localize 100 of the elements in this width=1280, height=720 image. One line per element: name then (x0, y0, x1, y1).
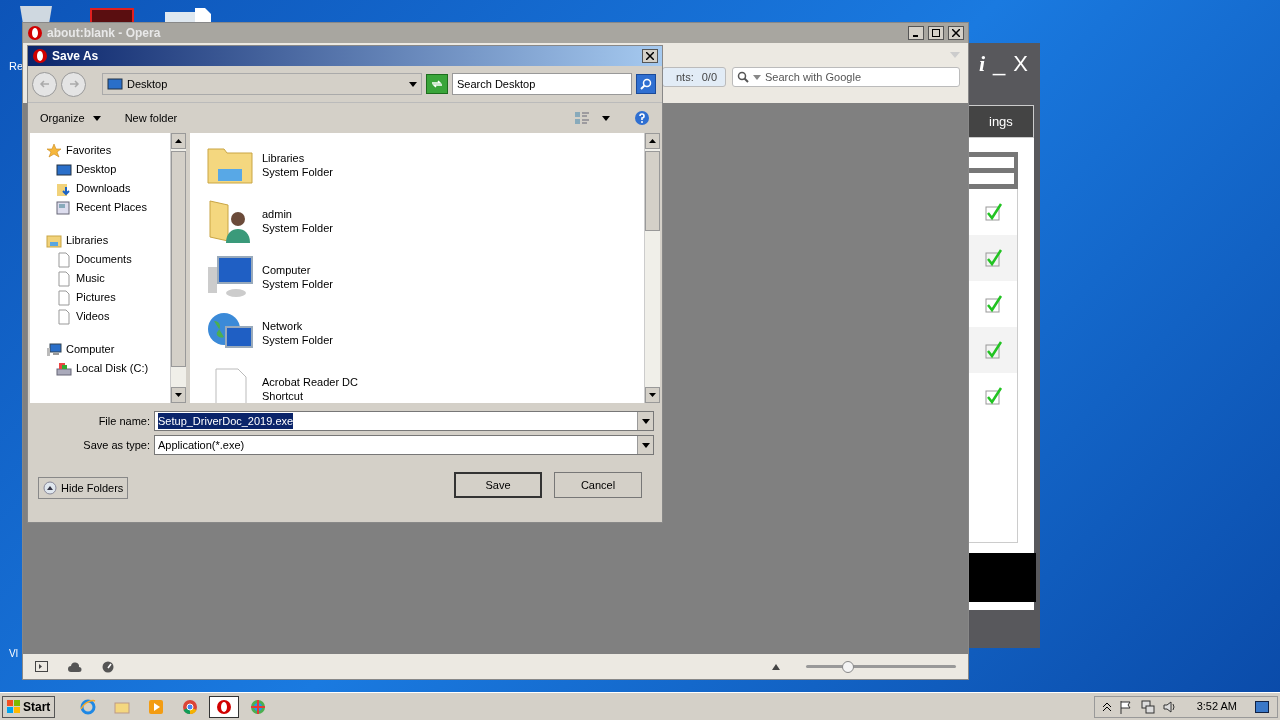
nav-item[interactable]: Videos (46, 307, 170, 326)
opera-icon (32, 48, 48, 64)
minimize-button[interactable] (908, 26, 924, 40)
nav-group[interactable]: Computer (46, 340, 170, 359)
dropdown-caret-icon (641, 417, 650, 425)
dropdown-caret-icon (409, 80, 417, 88)
file-item[interactable]: admin System Folder (206, 197, 644, 245)
clock[interactable]: 3:52 AM (1196, 698, 1237, 715)
nav-item[interactable]: Downloads (46, 179, 170, 198)
scrollbar[interactable] (644, 133, 660, 403)
panel-toggle-icon[interactable] (35, 661, 48, 672)
computer-icon (46, 341, 62, 358)
scroll-up-icon (649, 139, 656, 143)
search-field[interactable]: Search Desktop (452, 73, 632, 95)
window-title: about:blank - Opera (47, 25, 161, 42)
close-icon (952, 29, 960, 37)
media-player-icon (148, 698, 165, 715)
start-button[interactable]: Start (2, 695, 56, 718)
file-item[interactable]: Computer System Folder (206, 253, 644, 301)
help-icon[interactable] (634, 110, 650, 126)
nav-group[interactable]: Libraries (46, 231, 170, 250)
maximize-button[interactable] (928, 26, 944, 40)
info-button[interactable]: i (978, 46, 986, 80)
nav-item[interactable]: Desktop (46, 160, 170, 179)
file-name-text: Setup_DriverDoc_2019.exe (158, 412, 294, 430)
google-search-field[interactable]: Search with Google (732, 67, 960, 87)
checkbox[interactable] (985, 249, 1003, 267)
caret-icon (753, 73, 761, 81)
recent-places-icon (56, 199, 72, 216)
show-hidden-icons-icon[interactable] (1102, 702, 1111, 711)
speedometer-icon[interactable] (102, 660, 114, 673)
scroll-up-icon (175, 139, 182, 143)
browser-e-icon (80, 698, 97, 715)
nav-item[interactable]: Music (46, 269, 170, 288)
close-button[interactable]: X (1013, 46, 1028, 80)
footer-panel (968, 553, 1036, 602)
document-icon (56, 308, 72, 325)
nav-item[interactable]: Local Disk (C:) (46, 359, 170, 378)
scroll-down-icon (175, 393, 182, 397)
taskbar-app-button[interactable] (209, 695, 240, 718)
new-folder-button[interactable]: New folder (124, 109, 178, 127)
file-item[interactable]: Libraries System Folder (206, 141, 644, 189)
chrome-icon (182, 698, 199, 715)
checkbox[interactable] (985, 203, 1003, 221)
document-icon (56, 270, 72, 287)
document-icon (56, 289, 72, 306)
search-icon (737, 71, 749, 83)
windows-logo-icon (7, 699, 21, 714)
flag-icon[interactable] (1118, 699, 1133, 714)
dropdown-caret-icon (641, 441, 650, 449)
search-icon (640, 78, 652, 90)
desktop-icon-label: Vl (9, 647, 18, 661)
dialog-title: Save As (52, 48, 99, 65)
settings-tab[interactable]: ings (968, 105, 1034, 138)
minimize-button[interactable]: _ (993, 46, 1006, 80)
field-label: Save as type: (82, 437, 150, 453)
caret-icon[interactable] (602, 114, 610, 122)
disk-drive-icon (56, 360, 72, 377)
scrollbar[interactable] (170, 133, 186, 403)
refresh-arrows-icon (431, 78, 443, 90)
cancel-button[interactable]: Cancel (554, 472, 642, 498)
library-folder-icon (46, 232, 62, 249)
close-button[interactable] (642, 49, 658, 63)
monitor-icon (107, 76, 123, 92)
header-field (968, 157, 1014, 168)
network-icon[interactable] (1140, 699, 1155, 714)
checkbox[interactable] (985, 387, 1003, 405)
maximize-icon (932, 29, 940, 37)
file-item[interactable]: Network System Folder (206, 309, 644, 357)
search-button[interactable] (636, 74, 656, 94)
file-item[interactable]: Acrobat Reader DC Shortcut (206, 365, 644, 403)
refresh-button[interactable] (426, 74, 448, 94)
zoom-slider[interactable] (806, 660, 956, 673)
up-arrow-icon[interactable] (772, 663, 780, 670)
checkbox[interactable] (985, 341, 1003, 359)
cloud-icon[interactable] (68, 661, 82, 672)
back-arrow-icon (38, 78, 51, 90)
nav-group[interactable]: Favorites (46, 141, 170, 160)
checkbox[interactable] (985, 295, 1003, 313)
document-icon (56, 251, 72, 268)
nav-item[interactable]: Documents (46, 250, 170, 269)
show-desktop-button[interactable] (1255, 700, 1269, 713)
nav-item[interactable]: Pictures (46, 288, 170, 307)
organize-button[interactable]: Organize (40, 109, 101, 127)
address-text: Desktop (127, 76, 168, 92)
opera-icon (216, 698, 233, 715)
nav-item[interactable]: Recent Places (46, 198, 170, 217)
monitor-icon (56, 161, 72, 178)
save-button[interactable]: Save (454, 472, 542, 498)
address-combo[interactable]: Desktop (102, 73, 422, 95)
close-button[interactable] (948, 26, 964, 40)
forward-arrow-icon (67, 78, 80, 90)
colorful-circle-icon (250, 698, 267, 715)
speaker-icon[interactable] (1162, 699, 1177, 714)
file-name-field[interactable]: Setup_DriverDoc_2019.exe (154, 411, 654, 431)
scroll-down-icon (649, 393, 656, 397)
opera-icon (27, 25, 43, 41)
hide-folders-button[interactable]: Hide Folders (38, 477, 129, 499)
file-type-dropdown[interactable]: Application(*.exe) (154, 435, 654, 455)
counter-field: nts: 0/0 (662, 67, 726, 87)
